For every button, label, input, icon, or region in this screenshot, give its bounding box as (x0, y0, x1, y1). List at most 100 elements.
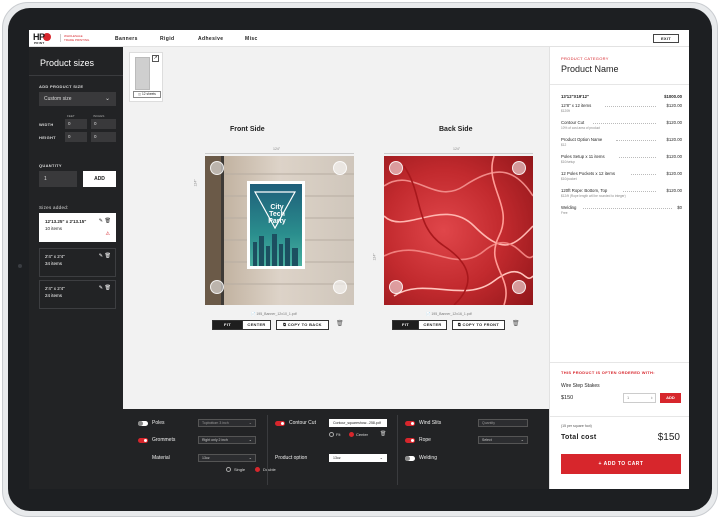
poles-select-value: Topbottom 3 inch (202, 421, 229, 425)
contour-cut-label: Contour Cut (289, 420, 316, 426)
toggle-knob (410, 438, 415, 443)
trash-icon[interactable]: 🗑 (512, 320, 520, 327)
contour-cut-toggle[interactable] (275, 421, 285, 426)
wind-slits-label: Wind Slits (419, 420, 442, 426)
sheet-thumbnail[interactable]: ↗ ◫ 12 sheets (129, 52, 163, 102)
trash-icon[interactable]: 🗑 (380, 431, 386, 437)
exit-button[interactable]: EXIT (653, 34, 679, 43)
feet-label: FEET (67, 114, 75, 118)
upsell-add-button[interactable]: ADD (660, 393, 681, 403)
material-select[interactable]: 13oz ⌄ (198, 454, 256, 462)
warning-icon: ⚠ (105, 231, 110, 237)
summary-line-note: 10% of cost area of product (561, 126, 600, 130)
trash-icon[interactable]: 🗑 (105, 285, 111, 291)
center-radio[interactable] (349, 432, 354, 437)
add-to-cart-button[interactable]: + ADD TO CART (561, 454, 681, 474)
size-card[interactable]: 2'4" x 2'4" 34 items ✎ 🗑 (39, 248, 116, 277)
quantity-input[interactable]: 1 (39, 171, 77, 187)
summary-line: 12'8" x 12 items $120.00 $120ft (561, 103, 682, 114)
back-artwork[interactable] (384, 156, 533, 305)
grommet-handle[interactable] (389, 280, 403, 294)
wind-slits-toggle[interactable] (405, 421, 415, 426)
add-size-button[interactable]: ADD (83, 171, 116, 187)
fit-button[interactable]: FIT (212, 320, 243, 330)
poster-line: Tech (269, 211, 285, 218)
logo[interactable]: HP PRINT (33, 32, 57, 45)
product-option-value: 13oz (333, 456, 341, 460)
summary-line-note: $120ft (561, 109, 570, 113)
sidebar-title: Product sizes (40, 58, 95, 68)
poles-select[interactable]: Topbottom 3 inch ⌄ (198, 419, 256, 427)
size-select[interactable]: Custom size ⌄ (39, 92, 116, 106)
grommet-handle[interactable] (512, 280, 526, 294)
center-button[interactable]: CENTER (418, 320, 447, 330)
fit-radio[interactable] (329, 432, 334, 437)
height-inches-input[interactable]: 0 (91, 132, 116, 142)
grommet-handle[interactable] (389, 161, 403, 175)
divider (550, 362, 689, 363)
back-file-name: 📄 195_Banner_12x16_1.pdf (426, 312, 472, 316)
grommets-toggle[interactable] (138, 438, 148, 443)
trash-icon[interactable]: 🗑 (336, 320, 344, 327)
logo-tagline-line: TRADE PRINTING (64, 38, 90, 42)
welding-toggle[interactable] (405, 456, 415, 461)
grommet-handle[interactable] (512, 161, 526, 175)
product-sizes-sidebar: Product sizes ADD PRODUCT SIZE Custom si… (29, 47, 123, 489)
single-radio[interactable] (226, 467, 231, 472)
sheets-button[interactable]: ◫ 12 sheets (133, 91, 161, 98)
leader-dots (619, 157, 656, 158)
poles-label: Poles (152, 420, 165, 426)
rope-toggle[interactable] (405, 438, 415, 443)
summary-line-price: $120.00 (666, 171, 682, 176)
product-option-select[interactable]: 13oz ⌄ (329, 454, 387, 462)
summary-header-line: 13'12"X19'12" $1000.00 (561, 94, 682, 100)
product-category-label: PRODUCT CATEGORY (561, 56, 609, 61)
trash-icon[interactable]: 🗑 (105, 253, 111, 259)
stepper-arrows-icon[interactable]: ⇕ (650, 394, 653, 402)
poster-text: City Tech Party (251, 204, 303, 225)
grommet-handle[interactable] (333, 280, 347, 294)
rope-select[interactable]: Select ⌄ (478, 436, 528, 444)
edit-icon[interactable]: ✎ (99, 285, 103, 291)
nav-link-banners[interactable]: Banners (115, 36, 138, 42)
total-cost-value: $150 (657, 432, 680, 443)
nav-link-rigid[interactable]: Rigid (160, 36, 175, 42)
wind-slits-value: Quantity (482, 421, 496, 425)
size-card[interactable]: 2'4" x 2'4" 24 items ✎ 🗑 (39, 280, 116, 309)
contour-file-select[interactable]: Contour_squareshow...258.pdf (329, 419, 387, 427)
toggle-knob (405, 456, 410, 461)
expand-icon[interactable]: ↗ (152, 55, 159, 62)
upsell-price: $150 (561, 395, 574, 401)
summary-line-price: $120.00 (666, 154, 682, 159)
size-card[interactable]: 12'13.25" x 2'13.15" 10 items ✎ 🗑 ⚠ (39, 213, 116, 242)
app-screen: HP PRINT WHOLESALE TRADE PRINTING Banner… (29, 30, 689, 489)
fit-button[interactable]: FIT (392, 320, 419, 330)
grommets-select[interactable]: Right only 2 inch ⌄ (198, 436, 256, 444)
copy-to-front-button[interactable]: ⧉ COPY TO FRONT (452, 320, 505, 330)
edit-icon[interactable]: ✎ (99, 253, 103, 259)
nav-link-misc[interactable]: Misc (245, 36, 258, 42)
width-feet-input[interactable]: 0 (65, 119, 87, 129)
center-button[interactable]: CENTER (242, 320, 271, 330)
contour-file-value: Contour_squareshow...258.pdf (333, 421, 381, 425)
summary-line: Welding $0 Free (561, 205, 682, 216)
grommet-handle[interactable] (333, 161, 347, 175)
poles-toggle[interactable] (138, 421, 148, 426)
back-width-dimension: 124" (453, 147, 461, 151)
width-inches-input[interactable]: 0 (91, 119, 116, 129)
edit-icon[interactable]: ✎ (99, 218, 103, 224)
trash-icon[interactable]: 🗑 (105, 218, 111, 224)
summary-line: Contour Cut $120.00 10% of cost area of … (561, 120, 682, 131)
front-artwork[interactable]: City Tech Party (205, 156, 354, 305)
grommet-handle[interactable] (210, 280, 224, 294)
product-option-label: Product option (275, 455, 308, 461)
wind-slits-quantity[interactable]: Quantity (478, 419, 528, 427)
grommet-handle[interactable] (210, 161, 224, 175)
upsell-quantity-input[interactable]: 1 ⇕ (623, 393, 656, 403)
nav-link-adhesive[interactable]: Adhesive (198, 36, 223, 42)
front-file-name: 📄 195_Banner_12x10_1.pdf (251, 312, 297, 316)
width-dimension-line (205, 153, 354, 154)
height-feet-input[interactable]: 0 (65, 132, 87, 142)
double-radio[interactable] (255, 467, 260, 472)
copy-to-back-button[interactable]: ⧉ COPY TO BACK (276, 320, 329, 330)
